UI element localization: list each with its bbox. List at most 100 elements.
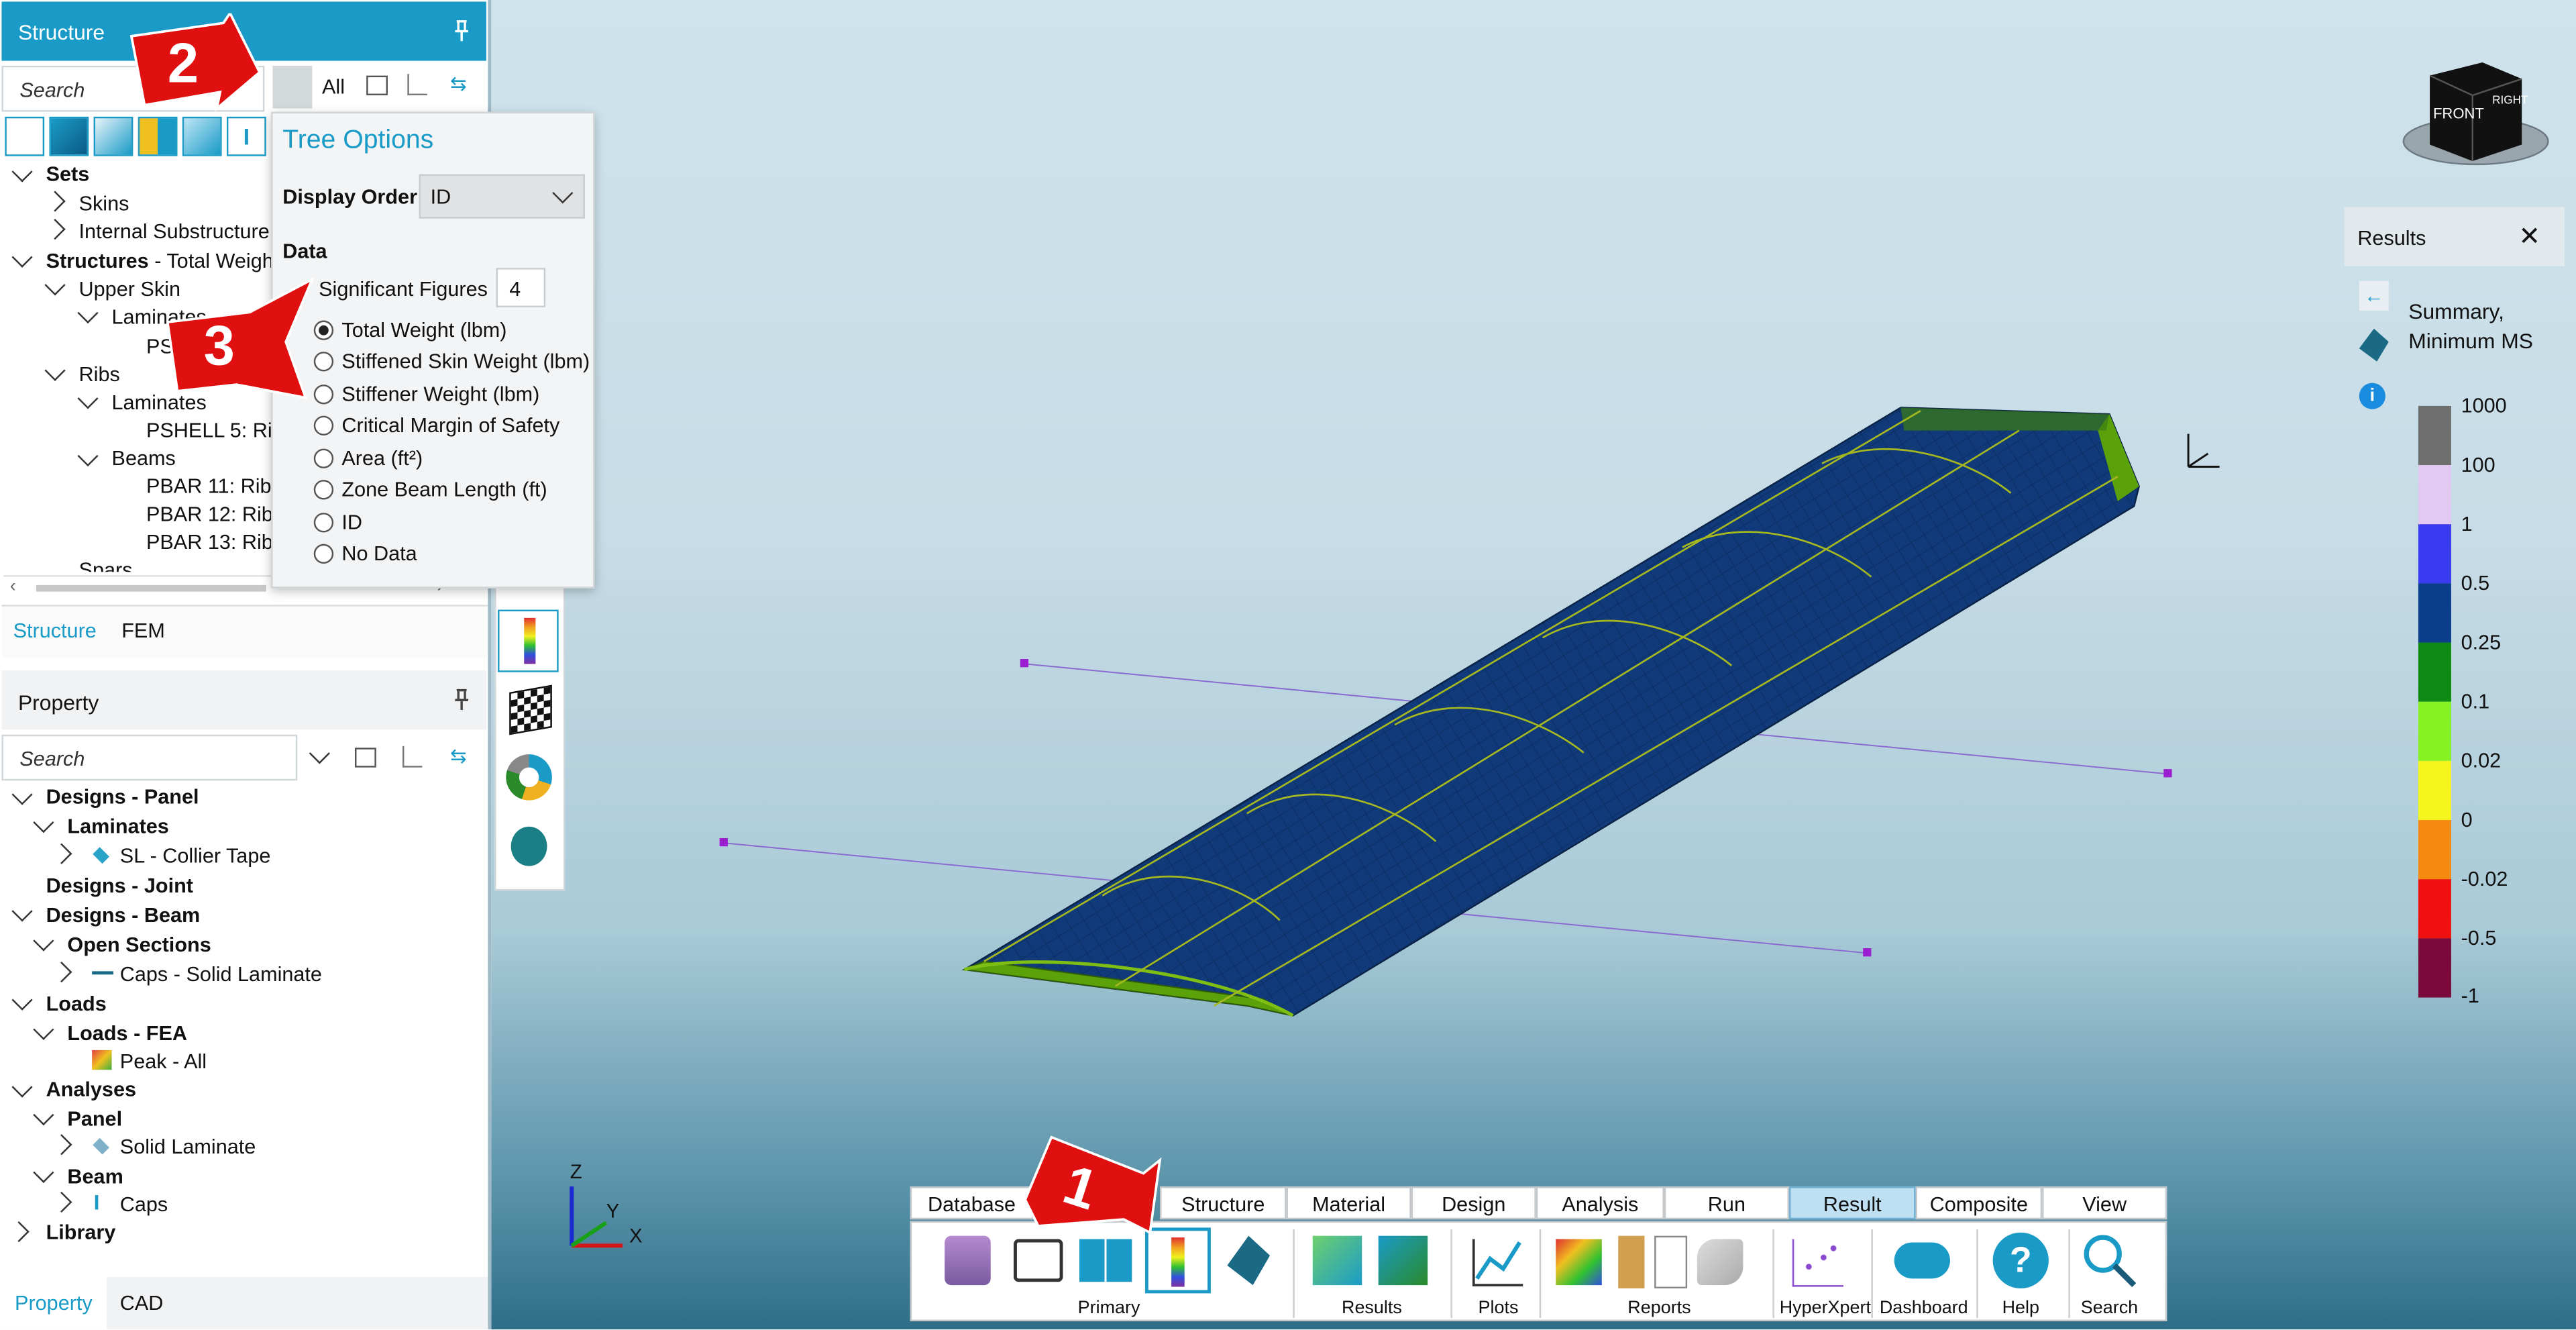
tab-structure[interactable]: Structure bbox=[13, 619, 97, 642]
radio-no-data[interactable] bbox=[313, 544, 334, 564]
close-icon[interactable]: ✕ bbox=[2518, 220, 2540, 253]
tree-item[interactable]: Ribs bbox=[79, 363, 120, 386]
tree-item[interactable]: Caps bbox=[120, 1193, 168, 1216]
filter-button[interactable] bbox=[272, 65, 313, 109]
ribbon-tab-composite[interactable]: Composite bbox=[1915, 1186, 2043, 1220]
tree-item[interactable]: Solid Laminate bbox=[120, 1135, 256, 1158]
cloud-upload-icon[interactable] bbox=[1894, 1242, 1950, 1279]
ribbon-tab-design[interactable]: Design bbox=[1411, 1186, 1536, 1220]
tree-item[interactable]: Caps - Solid Laminate bbox=[120, 963, 322, 986]
property-search-input[interactable]: Search bbox=[1, 734, 298, 781]
all-button[interactable]: All bbox=[322, 76, 345, 99]
ribbon-tab-material[interactable]: Material bbox=[1286, 1186, 1411, 1220]
tree-item[interactable]: Beam bbox=[67, 1165, 123, 1188]
checklist-report-icon[interactable] bbox=[1654, 1235, 1688, 1289]
column-report-icon[interactable] bbox=[1618, 1235, 1645, 1289]
ribbon-tab-result[interactable]: Result bbox=[1788, 1186, 1916, 1220]
display-order-select[interactable]: ID bbox=[419, 174, 585, 219]
tree-item[interactable]: Library bbox=[46, 1221, 116, 1244]
bug-icon[interactable] bbox=[511, 826, 547, 866]
tab-fem[interactable]: FEM bbox=[121, 619, 165, 642]
help-icon[interactable]: ? bbox=[1992, 1232, 2049, 1289]
sync-arrows-icon[interactable]: ⇆ bbox=[450, 74, 473, 93]
option-label[interactable]: Stiffened Skin Weight (lbm) bbox=[341, 350, 590, 373]
beam-icon[interactable] bbox=[138, 116, 178, 156]
tree-item[interactable]: Peak - All bbox=[120, 1050, 207, 1073]
legend-swatch bbox=[2418, 701, 2451, 761]
sync-arrows-icon[interactable]: ⇆ bbox=[450, 746, 473, 766]
ribbon-tab-run[interactable]: Run bbox=[1664, 1186, 1789, 1220]
sig-figs-input[interactable]: 4 bbox=[496, 268, 546, 307]
panel-icon[interactable] bbox=[182, 116, 222, 156]
tree-item[interactable]: Designs - Beam bbox=[46, 904, 201, 927]
tree-item[interactable]: Open Sections bbox=[67, 933, 211, 956]
donut-chart-icon[interactable] bbox=[506, 754, 552, 801]
check-results-icon[interactable] bbox=[1312, 1235, 1362, 1286]
database-gear-icon[interactable] bbox=[945, 1235, 991, 1286]
tab-cad[interactable]: CAD bbox=[120, 1292, 164, 1315]
radio-zone-beam-length[interactable] bbox=[313, 480, 334, 500]
radio-total-weight[interactable] bbox=[313, 320, 334, 340]
option-label[interactable]: ID bbox=[341, 511, 362, 534]
wing-report-icon[interactable] bbox=[1697, 1239, 1743, 1286]
tree-item[interactable]: PSHELL 5: Rib bbox=[146, 419, 284, 442]
ribbon-tab-structure[interactable]: Structure bbox=[1159, 1186, 1287, 1220]
tree-item[interactable]: Internal Substructure bbox=[79, 220, 270, 243]
tree-item[interactable]: SL - Collier Tape bbox=[120, 845, 271, 868]
tree-item[interactable]: Beams bbox=[112, 447, 176, 470]
contour-report-icon[interactable] bbox=[1556, 1239, 1602, 1286]
tree-item[interactable]: Loads bbox=[46, 992, 107, 1015]
ribbon-tab-database[interactable]: Database bbox=[910, 1186, 1034, 1220]
back-arrow-icon[interactable]: ← bbox=[2359, 280, 2389, 311]
radio-critical-margin[interactable] bbox=[313, 415, 334, 436]
collapse-all-icon[interactable] bbox=[354, 748, 376, 768]
option-label[interactable]: Area (ft²) bbox=[341, 447, 423, 470]
tree-item[interactable]: PBAR 11: Rib C bbox=[146, 475, 292, 498]
radio-id[interactable] bbox=[313, 513, 334, 533]
tab-property[interactable]: Property bbox=[15, 1292, 93, 1315]
legend-tool-button[interactable] bbox=[498, 609, 559, 672]
line-plot-icon[interactable] bbox=[1470, 1236, 1526, 1288]
shell-icon[interactable] bbox=[93, 116, 133, 156]
i-beam-icon[interactable]: I bbox=[226, 116, 266, 156]
tree-item[interactable]: Skins bbox=[79, 193, 129, 215]
node-icon[interactable] bbox=[5, 116, 45, 156]
tree-item[interactable]: Panel bbox=[67, 1108, 122, 1131]
tree-item[interactable]: Designs - Joint bbox=[46, 874, 193, 897]
option-label[interactable]: Zone Beam Length (ft) bbox=[341, 478, 547, 501]
pen-nib-icon[interactable] bbox=[1227, 1235, 1271, 1286]
scroll-left-icon[interactable]: ‹ bbox=[10, 577, 16, 597]
tree-item[interactable]: PBAR 12: Rib F bbox=[146, 503, 291, 525]
info-icon[interactable]: i bbox=[2359, 382, 2385, 409]
radio-stiffened-skin-weight[interactable] bbox=[313, 352, 334, 372]
tree-item[interactable]: Laminates bbox=[67, 815, 168, 838]
3d-viewport[interactable]: Z Y X FRONT RIGHT bbox=[491, 0, 2576, 1330]
solid-icon[interactable] bbox=[49, 116, 89, 156]
option-label[interactable]: Stiffener Weight (lbm) bbox=[341, 383, 539, 406]
chevron-down-icon[interactable] bbox=[309, 743, 330, 764]
tree-item[interactable]: Spars bbox=[79, 559, 133, 572]
radio-area[interactable] bbox=[313, 448, 334, 468]
search-icon[interactable] bbox=[2082, 1233, 2137, 1288]
option-label[interactable]: Total Weight (lbm) bbox=[341, 319, 506, 342]
option-label[interactable]: No Data bbox=[341, 542, 417, 565]
scatter-plot-icon[interactable] bbox=[1792, 1239, 1843, 1287]
checkered-flag-icon[interactable] bbox=[509, 684, 552, 735]
tree-item-structures[interactable]: Structures - Total Weight bbox=[46, 250, 280, 272]
tree-hierarchy-icon[interactable] bbox=[407, 74, 427, 96]
ribbon-tab-view[interactable]: View bbox=[2042, 1186, 2167, 1220]
pin-icon[interactable] bbox=[451, 19, 471, 42]
tree-item[interactable]: Sets bbox=[46, 162, 90, 185]
tree-item[interactable]: Designs - Panel bbox=[46, 786, 199, 809]
wing-model[interactable] bbox=[491, 0, 2576, 1329]
check-results-2-icon[interactable] bbox=[1378, 1235, 1428, 1286]
option-label[interactable]: Critical Margin of Safety bbox=[341, 414, 559, 437]
collapse-all-icon[interactable] bbox=[366, 75, 388, 96]
tree-hierarchy-icon[interactable] bbox=[402, 746, 423, 768]
tree-item[interactable]: Analyses bbox=[46, 1078, 136, 1101]
pin-icon[interactable] bbox=[451, 688, 471, 711]
view-cube[interactable]: FRONT RIGHT bbox=[2400, 59, 2558, 174]
ribbon-tab-analysis[interactable]: Analysis bbox=[1536, 1186, 1664, 1220]
radio-stiffener-weight[interactable] bbox=[313, 385, 334, 405]
tree-item[interactable]: Loads - FEA bbox=[67, 1022, 187, 1045]
